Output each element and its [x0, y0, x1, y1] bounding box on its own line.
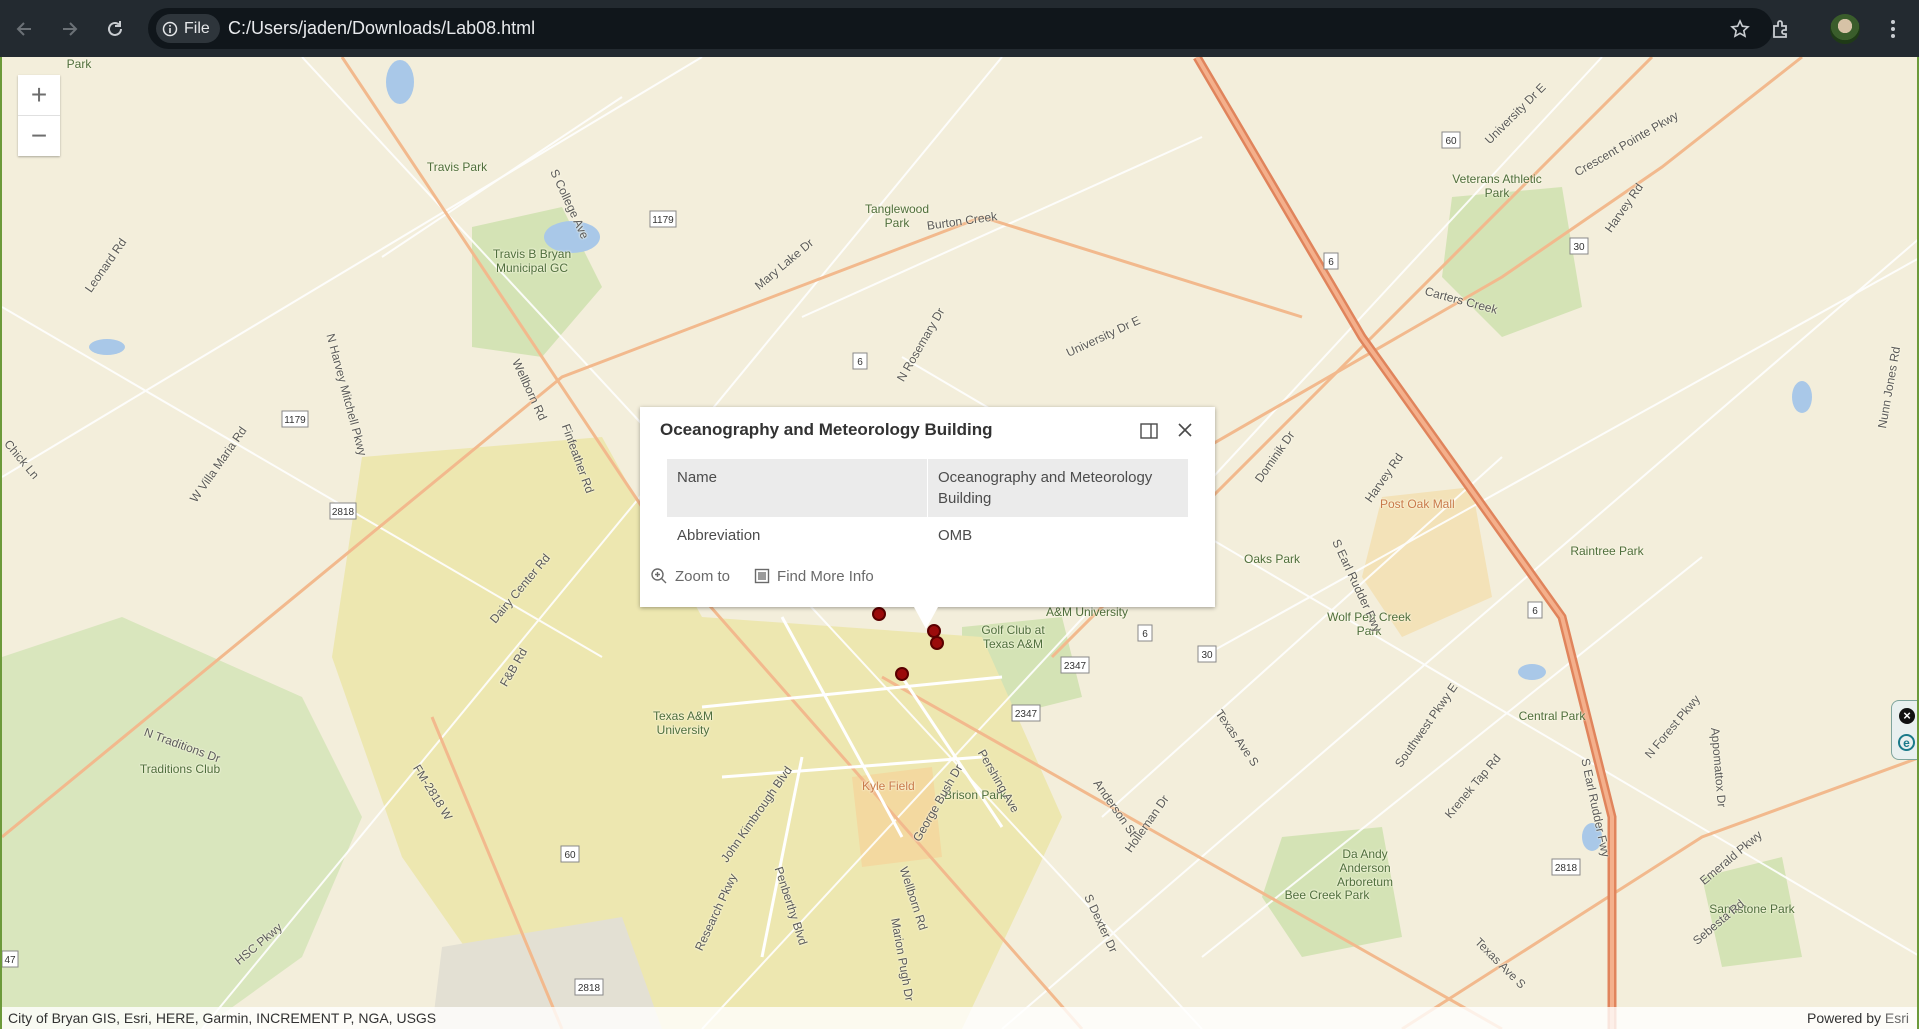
- zoom-to-label: Zoom to: [675, 567, 731, 585]
- document-icon: [754, 568, 770, 584]
- field-name: Name: [667, 459, 928, 517]
- extension-e-icon[interactable]: e: [1898, 734, 1915, 751]
- attribute-table: Name Oceanography and Meteorology Buildi…: [667, 459, 1188, 554]
- map-label-raintree: Raintree Park: [1570, 544, 1644, 558]
- map-label-travis-gc: Travis B Bryan Municipal GC: [492, 247, 572, 275]
- bookmark-star-icon[interactable]: [1725, 14, 1755, 44]
- zoom-to-button[interactable]: Zoom to: [650, 567, 730, 585]
- attribution-bar: City of Bryan GIS, Esri, HERE, Garmin, I…: [2, 1007, 1917, 1029]
- map-label-central: Central Park: [1518, 709, 1586, 723]
- svg-text:2347: 2347: [1015, 709, 1038, 720]
- svg-text:2818: 2818: [578, 983, 601, 994]
- map-label-tamu: Texas A&M University: [652, 709, 714, 737]
- dock-icon[interactable]: [1139, 421, 1161, 443]
- svg-text:6: 6: [857, 357, 863, 368]
- popup-actions: Zoom to Find More Info: [650, 567, 874, 585]
- browser-toolbar: File C:/Users/jaden/Downloads/Lab08.html: [0, 0, 1919, 57]
- find-more-info-label: Find More Info: [777, 567, 874, 585]
- powered-by: Powered by Esri: [1807, 1010, 1909, 1026]
- map-label-oaks-park: Oaks Park: [1243, 552, 1300, 566]
- field-value: OMB: [938, 527, 973, 544]
- extensions-icon[interactable]: [1764, 12, 1798, 46]
- extension-widget: × e: [1891, 700, 1917, 760]
- svg-text:2818: 2818: [332, 507, 355, 518]
- svg-text:6: 6: [1532, 606, 1538, 617]
- svg-text:2347: 2347: [1064, 661, 1087, 672]
- zoom-in-button[interactable]: +: [18, 75, 60, 115]
- svg-text:47: 47: [4, 955, 16, 966]
- site-chip-label: File: [184, 19, 210, 37]
- attribution-text[interactable]: City of Bryan GIS, Esri, HERE, Garmin, I…: [8, 1010, 436, 1026]
- forward-icon[interactable]: [52, 12, 86, 46]
- svg-text:6: 6: [1142, 629, 1148, 640]
- map-label-veterans: Veterans Athletic Park: [1452, 172, 1542, 200]
- field-name: Abbreviation: [667, 517, 928, 554]
- zoom-control: + −: [18, 75, 60, 156]
- map-label-park: Park: [66, 57, 92, 71]
- url-text[interactable]: C:/Users/jaden/Downloads/Lab08.html: [228, 18, 535, 39]
- find-more-info-button[interactable]: Find More Info: [754, 567, 874, 585]
- reload-icon[interactable]: [98, 12, 132, 46]
- avatar[interactable]: [1830, 14, 1860, 44]
- zoom-out-button[interactable]: −: [18, 115, 60, 156]
- map-label-post-oak: Post Oak Mall: [1380, 497, 1455, 511]
- svg-text:6: 6: [1328, 257, 1334, 268]
- svg-text:60: 60: [564, 850, 576, 861]
- extension-close-icon[interactable]: ×: [1899, 708, 1915, 724]
- svg-text:2818: 2818: [1555, 863, 1578, 874]
- close-icon[interactable]: [1175, 420, 1197, 442]
- popup-title: Oceanography and Meteorology Building: [660, 420, 993, 439]
- esri-link[interactable]: Esri: [1885, 1010, 1909, 1026]
- table-row: Name Oceanography and Meteorology Buildi…: [667, 459, 1188, 517]
- svg-text:1179: 1179: [652, 215, 674, 226]
- map-view[interactable]: 1179 1179 2818 60 6 60 30 6 2347 2347 6 …: [0, 57, 1919, 1029]
- map-label-golf: Golf Club at Texas A&M: [981, 623, 1045, 651]
- svg-text:60: 60: [1445, 136, 1457, 147]
- kebab-menu-icon[interactable]: [1878, 12, 1908, 46]
- popup-pointer: [914, 607, 938, 629]
- map-label-am-univ: A&M University: [1045, 605, 1128, 619]
- back-icon[interactable]: [8, 12, 42, 46]
- map-label-traditions: Traditions Club: [139, 762, 221, 776]
- svg-text:30: 30: [1573, 242, 1585, 253]
- map-label-bee-creek: Bee Creek Park: [1284, 888, 1370, 902]
- site-info-chip[interactable]: File: [156, 14, 220, 43]
- zoom-to-icon: [651, 568, 667, 584]
- map-label-da-andy: Da Andy Anderson Arboretum: [1336, 847, 1394, 889]
- svg-text:30: 30: [1201, 650, 1213, 661]
- address-bar[interactable]: File C:/Users/jaden/Downloads/Lab08.html: [148, 8, 1773, 49]
- info-icon: [162, 21, 178, 36]
- field-value: Oceanography and Meteorology Building: [938, 469, 1153, 507]
- svg-text:1179: 1179: [284, 415, 306, 426]
- table-row: Abbreviation OMB: [667, 517, 1188, 554]
- powered-by-label: Powered by: [1807, 1010, 1881, 1026]
- map-label-kyle: Kyle Field: [862, 779, 915, 793]
- map-label-travis-park: Travis Park: [426, 160, 488, 174]
- feature-popup: Oceanography and Meteorology Building Na…: [640, 407, 1215, 607]
